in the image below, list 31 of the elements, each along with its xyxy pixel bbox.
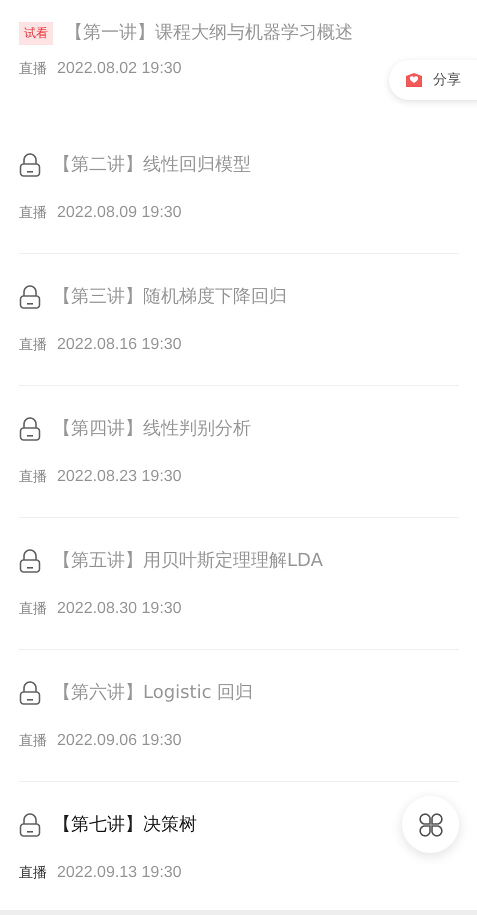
lesson-time: 2022.08.16 19:30 — [57, 336, 182, 354]
lesson-time: 2022.09.06 19:30 — [57, 732, 182, 750]
live-label: 直播 — [19, 864, 47, 882]
envelope-heart-icon — [405, 72, 423, 88]
live-label: 直播 — [19, 60, 47, 78]
lesson-title[interactable]: 【第七讲】决策树 — [53, 813, 197, 837]
lock-icon — [19, 813, 41, 837]
live-label: 直播 — [19, 732, 47, 750]
lock-icon — [19, 417, 41, 441]
lesson-title[interactable]: 【第六讲】Logistic 回归 — [53, 681, 254, 705]
lesson-time: 2022.08.23 19:30 — [57, 468, 182, 486]
lesson-time: 2022.08.30 19:30 — [57, 600, 182, 618]
lesson-time: 2022.08.02 19:30 — [57, 60, 182, 78]
live-label: 直播 — [19, 600, 47, 618]
lesson-title[interactable]: 【第四讲】线性判别分析 — [53, 417, 251, 441]
lock-icon — [19, 153, 41, 177]
lesson-time: 2022.09.13 19:30 — [57, 864, 182, 882]
lesson-title[interactable]: 【第一讲】课程大纲与机器学习概述 — [65, 21, 353, 45]
share-button[interactable]: 分享 — [389, 60, 477, 100]
lock-icon — [19, 285, 41, 309]
live-label: 直播 — [19, 204, 47, 222]
live-label: 直播 — [19, 336, 47, 354]
lesson-time: 2022.08.09 19:30 — [57, 204, 182, 222]
lock-icon — [19, 549, 41, 573]
four-petal-icon — [416, 810, 444, 838]
lesson-title[interactable]: 【第五讲】用贝叶斯定理理解LDA — [53, 549, 323, 573]
live-label: 直播 — [19, 468, 47, 486]
lesson-title[interactable]: 【第二讲】线性回归模型 — [53, 153, 251, 177]
trial-badge: 试看 — [19, 22, 53, 44]
lesson-title[interactable]: 【第三讲】随机梯度下降回归 — [53, 285, 287, 309]
lock-icon — [19, 681, 41, 705]
